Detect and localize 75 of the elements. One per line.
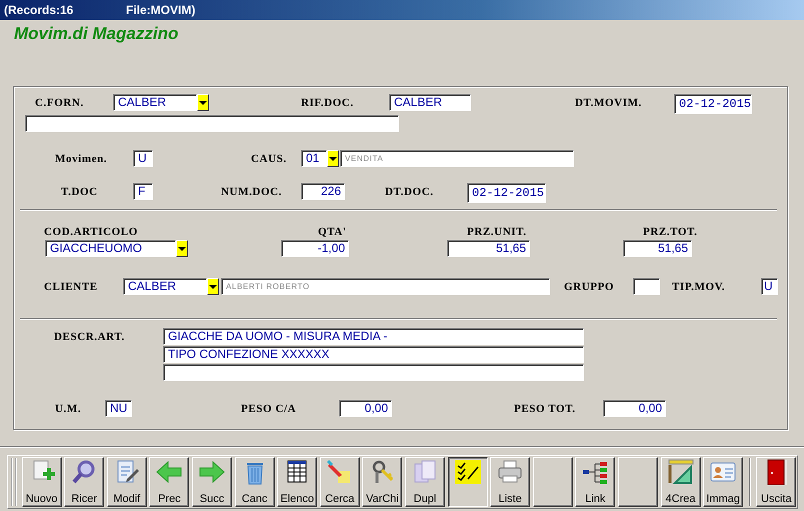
toolbar-button[interactable]: 4Crea (660, 457, 700, 507)
date-field[interactable]: 02-12-2015 (674, 94, 752, 114)
date-field[interactable]: 02-12-2015 (467, 183, 546, 203)
dropdown-button[interactable] (176, 240, 188, 257)
input-field[interactable]: 226 (301, 183, 345, 200)
input-field[interactable]: CALBER (389, 94, 471, 111)
field-label: NUM.DOC. (221, 185, 284, 199)
field-label: PRZ.UNIT. (467, 225, 528, 239)
toolbar-button[interactable]: Liste (490, 457, 530, 507)
toolbar-button[interactable]: Succ (192, 457, 232, 507)
right-arrow-icon (198, 459, 226, 485)
hierarchy-icon (581, 459, 610, 485)
combo-field[interactable]: CALBER (113, 94, 197, 111)
dropdown-button[interactable] (327, 150, 339, 167)
checklist-icon (454, 459, 482, 485)
toolbar-button[interactable]: Modif (106, 457, 147, 507)
ruler-triangle-icon (666, 459, 694, 485)
toolbar-button[interactable]: Dupl (404, 457, 445, 507)
toolbar-button[interactable]: Uscita (756, 457, 796, 507)
input-field[interactable]: TIPO CONFEZIONE XXXXXX (163, 346, 584, 363)
caret-icon (199, 100, 207, 104)
toolbar-button[interactable] (448, 457, 488, 507)
toolbar-button[interactable]: Elenco (277, 457, 318, 507)
combo-field[interactable]: 01 (301, 150, 327, 167)
field-label: COD.ARTICOLO (44, 225, 139, 239)
input-field[interactable]: -1,00 (281, 240, 349, 257)
dropdown-button[interactable] (197, 94, 209, 111)
field-label: PRZ.TOT. (643, 225, 699, 239)
input-field[interactable]: 0,00 (339, 400, 392, 417)
caret-icon (209, 284, 217, 288)
field-label: Movimen. (55, 152, 108, 166)
input-field[interactable]: NU (105, 400, 132, 417)
input-field[interactable] (25, 115, 399, 132)
combo-field[interactable]: GIACCHEUOMO (45, 240, 176, 257)
field-label: DT.DOC. (385, 185, 435, 199)
field-label: U.M. (55, 402, 82, 416)
input-field[interactable]: U (761, 278, 778, 295)
window-title: (Records:16 (4, 3, 74, 17)
field-label: T.DOC (61, 185, 99, 199)
field-label: QTA' (318, 225, 348, 239)
input-field[interactable]: U (133, 150, 153, 167)
input-field[interactable] (633, 278, 660, 295)
toolbar-button[interactable]: Immag (703, 457, 744, 507)
toolbar-button[interactable]: Prec (149, 457, 190, 507)
field-label: PESO TOT. (514, 402, 577, 416)
input-field[interactable]: GIACCHE DA UOMO - MISURA MEDIA - (163, 328, 584, 345)
input-field[interactable] (163, 364, 584, 381)
toolbar-button[interactable]: Ricer (64, 457, 104, 507)
field-label: TIP.MOV. (672, 280, 726, 294)
toolbar-button[interactable]: Cerca (320, 457, 360, 507)
input-field[interactable]: 0,00 (603, 400, 666, 417)
toolbar-button[interactable]: VarChi (362, 457, 402, 507)
input-field[interactable]: 51,65 (623, 240, 692, 257)
input-field[interactable]: 51,65 (447, 240, 530, 257)
field-label: CLIENTE (44, 280, 99, 294)
field-label: CAUS. (251, 152, 288, 166)
input-field[interactable]: F (133, 183, 153, 200)
combo-field[interactable]: CALBER (123, 278, 207, 295)
window-title: File:MOVIM) (126, 3, 196, 17)
field-label: DESCR.ART. (54, 330, 126, 344)
description-field: ALBERTI ROBERTO (221, 278, 550, 295)
left-arrow-icon (155, 459, 184, 485)
field-label: RIF.DOC. (301, 96, 355, 110)
field-label: DT.MOVIM. (575, 96, 643, 110)
field-label: GRUPPO (564, 280, 616, 294)
printer-icon (496, 459, 524, 485)
toolbar-button[interactable]: Canc (234, 457, 275, 507)
description-field: VENDITA (340, 150, 574, 167)
field-label: C.FORN. (35, 96, 85, 110)
toolbar-button[interactable]: Link (575, 457, 616, 507)
field-label: PESO C/A (241, 402, 298, 416)
caret-icon (178, 246, 186, 250)
toolbar-button[interactable]: Nuovo (22, 457, 62, 507)
dropdown-button[interactable] (207, 278, 219, 295)
form-heading: Movim.di Magazzino (14, 24, 178, 43)
